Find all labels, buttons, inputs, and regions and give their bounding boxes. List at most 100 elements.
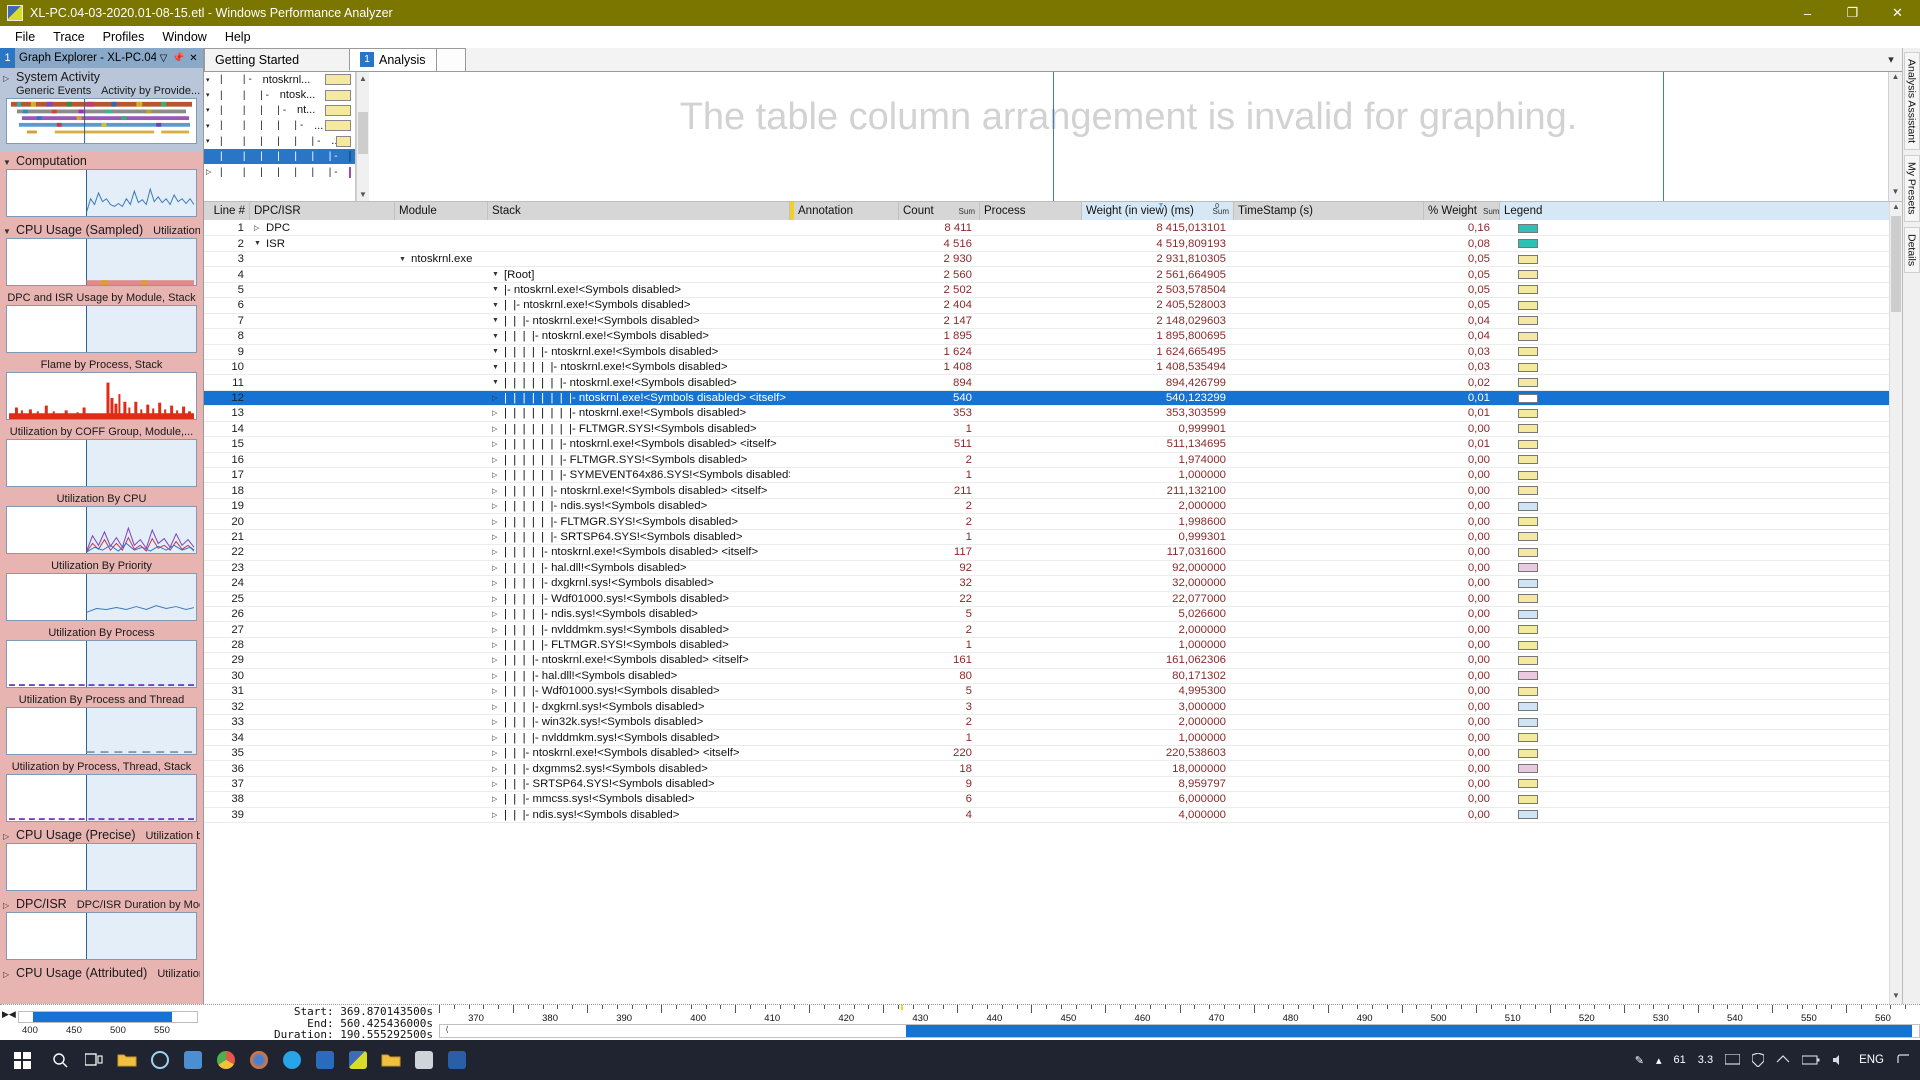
cell-stack[interactable]: ▷ | | | |- dxgkrnl.sys!<Symbols disabled> (488, 701, 790, 713)
monitor-icon[interactable] (1719, 1040, 1746, 1080)
expander-icon[interactable]: ▷ (492, 409, 504, 417)
cell-stack[interactable]: ▷ | | | | |- ndis.sys!<Symbols disabled> (488, 608, 790, 620)
graph-group-header[interactable]: ▷ System Activity (0, 68, 203, 85)
tab-new[interactable] (435, 48, 466, 71)
scrollbar-track[interactable] (1889, 86, 1902, 187)
table-row[interactable]: 33 ▷ | | | |- win32k.sys!<Symbols disabled… (204, 715, 1902, 731)
scrollbar-thumb[interactable] (1891, 216, 1901, 312)
expander-icon[interactable]: ▼ (3, 158, 16, 167)
expander-icon[interactable]: ▷ (492, 502, 504, 510)
thumbnail-cpu-precise[interactable] (6, 843, 197, 891)
thumbnail-cpu-sampled[interactable] (6, 238, 197, 286)
cell-dpc-isr[interactable]: ▷ DPC (250, 222, 395, 234)
expander-icon[interactable]: ▷ (492, 718, 504, 726)
fan-value[interactable]: 3.3 (1692, 1040, 1719, 1080)
table-row[interactable]: 34 ▷ | | | |- nvlddmkm.sys!<Symbols disabl… (204, 730, 1902, 746)
table-row[interactable]: 1 ▷ DPC 8 411 8 415,013101 0,16 (204, 221, 1902, 237)
table-row[interactable]: 6 ▼ | |- ntoskrnl.exe!<Symbols disabled> 2 … (204, 298, 1902, 314)
graph-row[interactable]: ▷ | | | | | | |- ... (204, 164, 355, 179)
skype-icon[interactable] (275, 1040, 308, 1080)
expander-icon[interactable]: ▼ (492, 333, 504, 340)
mini-timeline[interactable] (18, 1011, 198, 1023)
expander-icon[interactable]: ▷ (492, 765, 504, 773)
cell-stack[interactable]: ▷ | | | | |- hal.dll!<Symbols disabled> (488, 562, 790, 574)
close-button[interactable]: ✕ (1875, 0, 1920, 26)
mini-timeline-selection[interactable] (33, 1012, 173, 1022)
cell-stack[interactable]: ▷ | | | | | | |- ntoskrnl.exe!<Symbols di… (488, 438, 790, 450)
thumbnail-utilization-by-priority[interactable] (6, 573, 197, 621)
file-explorer-icon[interactable] (110, 1040, 143, 1080)
cell-stack[interactable]: ▼ | | | |- ntoskrnl.exe!<Symbols disabled… (488, 330, 790, 342)
expander-icon[interactable]: ▼ (399, 256, 411, 263)
pen-icon[interactable]: ✎ (1629, 1040, 1650, 1080)
expander-icon[interactable]: ▾ (206, 106, 220, 114)
graph-row[interactable]: ▾ | | |- ntosk... (204, 87, 355, 102)
cell-stack[interactable]: ▷ | | | | | | | |- ntoskrnl.exe!<Symbols … (488, 407, 790, 419)
cell-stack[interactable]: ▷ | | | | |- FLTMGR.SYS!<Symbols disabled… (488, 639, 790, 651)
expander-icon[interactable]: ▷ (3, 832, 16, 841)
table-row[interactable]: 35 ▷ | | |- ntoskrnl.exe!<Symbols disabled… (204, 746, 1902, 762)
graph-group-header[interactable]: ▼ Computation (0, 152, 203, 169)
cell-stack[interactable]: ▷ | | | | | |- SRTSP64.SYS!<Symbols disab… (488, 531, 790, 543)
expander-icon[interactable]: ▷ (3, 901, 16, 910)
tab-analysis[interactable]: 1 Analysis (349, 48, 437, 71)
cell-stack[interactable]: ▷ | | |- mmcss.sys!<Symbols disabled> (488, 793, 790, 805)
table-row[interactable]: 32 ▷ | | | |- dxgkrnl.sys!<Symbols disable… (204, 700, 1902, 715)
table-row[interactable]: 13 ▷ | | | | | | | |- ntoskrnl.exe!<Symbol… (204, 406, 1902, 422)
column-header-annotation[interactable]: Annotation (790, 202, 899, 220)
column-header-legend[interactable]: Legend (1500, 202, 1902, 220)
cell-stack[interactable]: ▷ | | | | | | |- SYMEVENT64x86.SYS!<Symbo… (488, 469, 790, 481)
cell-stack[interactable]: ▼ | | | | |- ntoskrnl.exe!<Symbols disabl… (488, 346, 790, 358)
expander-icon[interactable]: ▷ (492, 471, 504, 479)
table-row[interactable]: 21 ▷ | | | | | |- SRTSP64.SYS!<Symbols dis… (204, 530, 1902, 546)
scroll-down-icon[interactable]: ▼ (357, 188, 369, 201)
timeline-scroll-selection[interactable] (905, 1025, 1912, 1037)
menu-item-file[interactable]: File (6, 28, 44, 46)
word-icon[interactable] (440, 1040, 473, 1080)
chevron-down-icon[interactable]: ▾ (1880, 48, 1902, 71)
cell-dpc-isr[interactable]: ▼ ISR (250, 238, 395, 250)
thumbnail-utilization-process-thread-stack[interactable] (6, 774, 197, 822)
cortana-icon[interactable] (143, 1040, 176, 1080)
table-vertical-scrollbar[interactable]: ▲ ▼ (1889, 202, 1902, 1004)
scroll-down-icon[interactable]: ▼ (1890, 991, 1902, 1004)
table-row[interactable]: 18 ▷ | | | | | |- ntoskrnl.exe!<Symbols di… (204, 483, 1902, 499)
expander-icon[interactable]: ▷ (3, 970, 16, 979)
graph-rows-scrollbar[interactable]: ▲ ▼ (356, 72, 369, 201)
table-row[interactable]: 37 ▷ | | |- SRTSP64.SYS!<Symbols disabled>… (204, 777, 1902, 793)
table-row[interactable]: 20 ▷ | | | | | |- FLTMGR.SYS!<Symbols disa… (204, 514, 1902, 530)
timeline-horizontal-scrollbar[interactable]: ⟨ (439, 1024, 1920, 1038)
graph-row[interactable]: ▾ | | | | | |- ... (204, 134, 355, 149)
expander-icon[interactable]: ▷ (492, 440, 504, 448)
scrollbar-thumb[interactable] (358, 112, 368, 154)
column-header-line[interactable]: Line # (204, 202, 250, 220)
table-row[interactable]: 25 ▷ | | | | |- Wdf01000.sys!<Symbols disa… (204, 592, 1902, 607)
table-row[interactable]: 5 ▼ |- ntoskrnl.exe!<Symbols disabled> 2 50… (204, 283, 1902, 299)
column-header-weight[interactable]: ▼ Weight (in view) (ms) 0 Sum (1082, 202, 1234, 220)
cell-stack[interactable]: ▼ | |- ntoskrnl.exe!<Symbols disabled> (488, 299, 790, 311)
graph-canvas[interactable]: The table column arrangement is invalid … (369, 72, 1888, 201)
graph-group-header[interactable]: ▼ CPU Usage (Sampled) Utilization... (0, 221, 203, 238)
timeline-ruler[interactable]: 370 380 390 400 410 420 430 440 450 460 470 480 490 5… (439, 1005, 1920, 1023)
expander-icon[interactable]: ▼ (254, 240, 266, 247)
table-row[interactable]: 11 ▼ | | | | | | |- ntoskrnl.exe!<Symbols … (204, 375, 1902, 391)
thumbnail-generic-events[interactable] (6, 98, 197, 144)
thumbnail-dpc-isr-usage[interactable] (6, 305, 197, 353)
expander-icon[interactable]: ▼ (492, 271, 504, 278)
notification-icon[interactable] (1891, 1040, 1916, 1080)
graph-explorer-list[interactable]: ▷ System Activity Generic Events Activit… (0, 68, 203, 1004)
expander-icon[interactable]: ▷ (492, 579, 504, 587)
expander-icon[interactable]: ▷ (492, 595, 504, 603)
firefox-icon[interactable] (242, 1040, 275, 1080)
cell-stack[interactable]: ▷ | | | | |- Wdf01000.sys!<Symbols disabl… (488, 593, 790, 605)
graph-group-header[interactable]: ▷ CPU Usage (Precise) Utilization by... (0, 826, 203, 843)
graph-row-labels[interactable]: ▾ | |- ntoskrnl... ▾ | | |- ntosk... ▾ |… (204, 72, 356, 201)
expander-icon[interactable]: ▾ (206, 137, 220, 145)
cell-stack[interactable]: ▷ | | | | |- dxgkrnl.sys!<Symbols disable… (488, 577, 790, 589)
table-row[interactable]: 36 ▷ | | |- dxgmms2.sys!<Symbols disabled>… (204, 761, 1902, 777)
search-icon[interactable] (44, 1040, 77, 1080)
table-row[interactable]: 29 ▷ | | | |- ntoskrnl.exe!<Symbols disabl… (204, 653, 1902, 669)
expander-icon[interactable]: ▷ (492, 734, 504, 742)
expander-icon[interactable]: ▼ (3, 227, 16, 236)
table-row[interactable]: 2 ▼ ISR 4 516 4 519,809193 0,08 (204, 236, 1902, 252)
